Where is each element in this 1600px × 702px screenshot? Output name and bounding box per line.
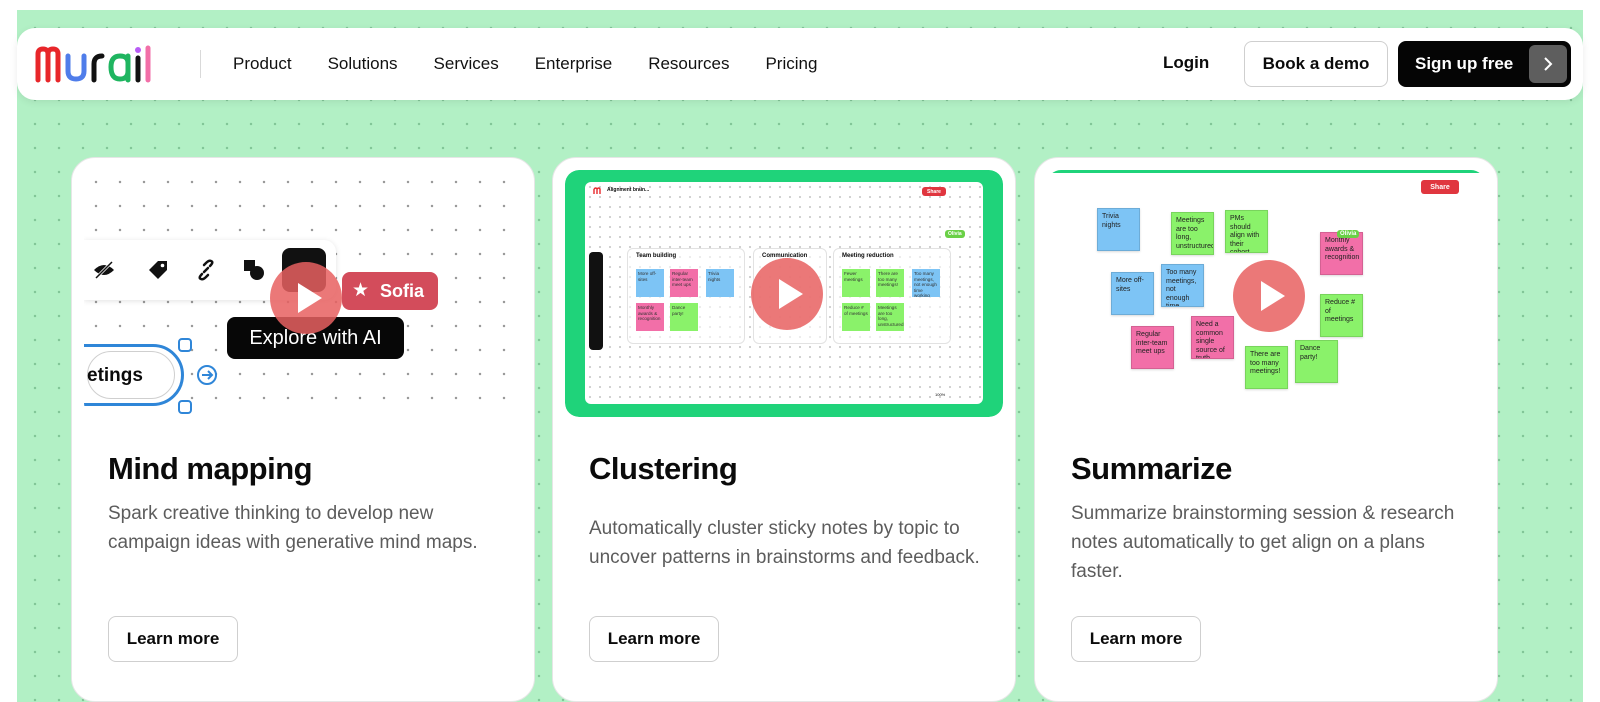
share-button[interactable]: Share [1421,180,1459,194]
learn-more-button[interactable]: Learn more [1071,616,1201,662]
summarize-video: Share Trivia nights Meetings are too lon… [1047,170,1485,417]
sticky-note[interactable]: Fewer meetings [842,269,870,297]
mind-map-node[interactable]: etings [84,344,184,406]
board-sidebar [589,252,603,350]
card-description: Automatically cluster sticky notes by to… [589,518,980,568]
share-button[interactable]: Share [922,187,946,196]
card-description: Spark creative thinking to develop new c… [108,503,478,553]
cluster-title: Meeting reduction [842,253,894,259]
link-icon[interactable] [194,258,218,282]
sticky-note[interactable]: Meetings are too long, unstructured [876,303,904,331]
nav-link-resources[interactable]: Resources [648,54,729,74]
top-navigation: Product Solutions Services Enterprise Re… [17,28,1583,100]
learn-more-button[interactable]: Learn more [108,616,238,662]
sticky-note[interactable]: Trivia nights [706,269,734,297]
book-demo-button[interactable]: Book a demo [1244,41,1388,87]
collaborator-tag: Olivia [945,230,965,238]
sticky-note[interactable]: PMs should align with their cohort [1225,210,1268,253]
nav-divider [200,50,201,78]
sticky-note[interactable]: Monthly awards & recognition [636,303,664,331]
nav-links: Product Solutions Services Enterprise Re… [233,28,817,100]
mural-logo-mini [593,187,601,194]
star-icon: ★ [352,280,370,301]
collaborator-tag: Olivia [1337,230,1360,238]
sticky-note[interactable]: Too many meetings, not enough time worki… [1161,264,1204,307]
cluster-title: Team building [636,253,677,259]
sticky-note[interactable]: More off-sites [1111,272,1154,315]
nav-link-services[interactable]: Services [434,54,499,74]
play-button[interactable] [270,262,342,334]
chevron-right-icon [1529,45,1567,83]
eye-off-icon[interactable] [92,258,116,282]
add-node-icon[interactable] [196,364,218,386]
sticky-note[interactable]: Too many meetings, not enough time worki… [912,269,940,297]
feature-card-clustering: Alignment brain... Share Team building M… [552,157,1016,702]
nav-link-solutions[interactable]: Solutions [328,54,398,74]
sticky-note[interactable]: There are too many meetings! [1245,346,1288,389]
nav-link-product[interactable]: Product [233,54,292,74]
sign-up-label: Sign up free [1415,54,1514,73]
sticky-note[interactable]: Dance party! [670,303,698,331]
sticky-note[interactable]: Regular inter-team meet ups [670,269,698,297]
mind-mapping-video: ★ Sofia Explore with AI etings [84,170,522,417]
card-title: Clustering [589,451,738,486]
play-icon [297,283,322,313]
sign-up-button[interactable]: Sign up free [1398,41,1571,87]
sticky-note[interactable]: There are too many meetings! [876,269,904,297]
page-background: Product Solutions Services Enterprise Re… [17,10,1583,702]
node-label: etings [87,365,143,386]
sticky-note[interactable]: Reduce # of meetings [1320,294,1363,337]
play-icon [1260,281,1285,311]
sticky-note[interactable]: Monthly awards & recognition [1320,232,1363,275]
feature-card-mind-mapping: ★ Sofia Explore with AI etings Mind mapp… [71,157,535,702]
card-description: Summarize brainstorming session & resear… [1071,503,1455,582]
cluster-group: Meeting reduction Fewer meetings There a… [833,248,951,344]
card-title: Summarize [1071,451,1232,486]
sticky-note[interactable]: Regular inter-team meet ups [1131,326,1174,369]
login-link[interactable]: Login [1163,53,1209,73]
nav-link-enterprise[interactable]: Enterprise [535,54,612,74]
learn-more-button[interactable]: Learn more [589,616,719,662]
mural-logo[interactable] [35,44,163,84]
zoom-level[interactable]: 100% [935,392,945,397]
sticky-note[interactable]: Meetings are too long, unstructured [1171,212,1214,255]
sticky-note[interactable]: Reduce # of meetings [842,303,870,331]
board-title: Alignment brain... [607,187,650,193]
play-button[interactable] [1233,260,1305,332]
sticky-note[interactable]: More off-sites [636,269,664,297]
tag-icon[interactable] [146,258,170,282]
collaborator-name: Sofia [380,281,425,301]
play-button[interactable] [751,258,823,330]
resize-handle-bottom[interactable] [178,400,192,414]
clustering-video: Alignment brain... Share Team building M… [565,170,1003,417]
play-icon [778,279,803,309]
resize-handle-top[interactable] [178,338,192,352]
card-title: Mind mapping [108,451,313,486]
sticky-note[interactable]: Need a common single source of truth [1191,316,1234,359]
sticky-note[interactable]: Trivia nights [1097,208,1140,251]
shapes-icon[interactable] [242,258,266,282]
accent-bar [1047,170,1485,173]
collaborator-tag: ★ Sofia [342,272,438,310]
nav-link-pricing[interactable]: Pricing [765,54,817,74]
feature-card-summarize: Share Trivia nights Meetings are too lon… [1034,157,1498,702]
sticky-note[interactable]: Dance party! [1295,340,1338,383]
cluster-group: Team building More off-sites Regular int… [627,248,745,344]
